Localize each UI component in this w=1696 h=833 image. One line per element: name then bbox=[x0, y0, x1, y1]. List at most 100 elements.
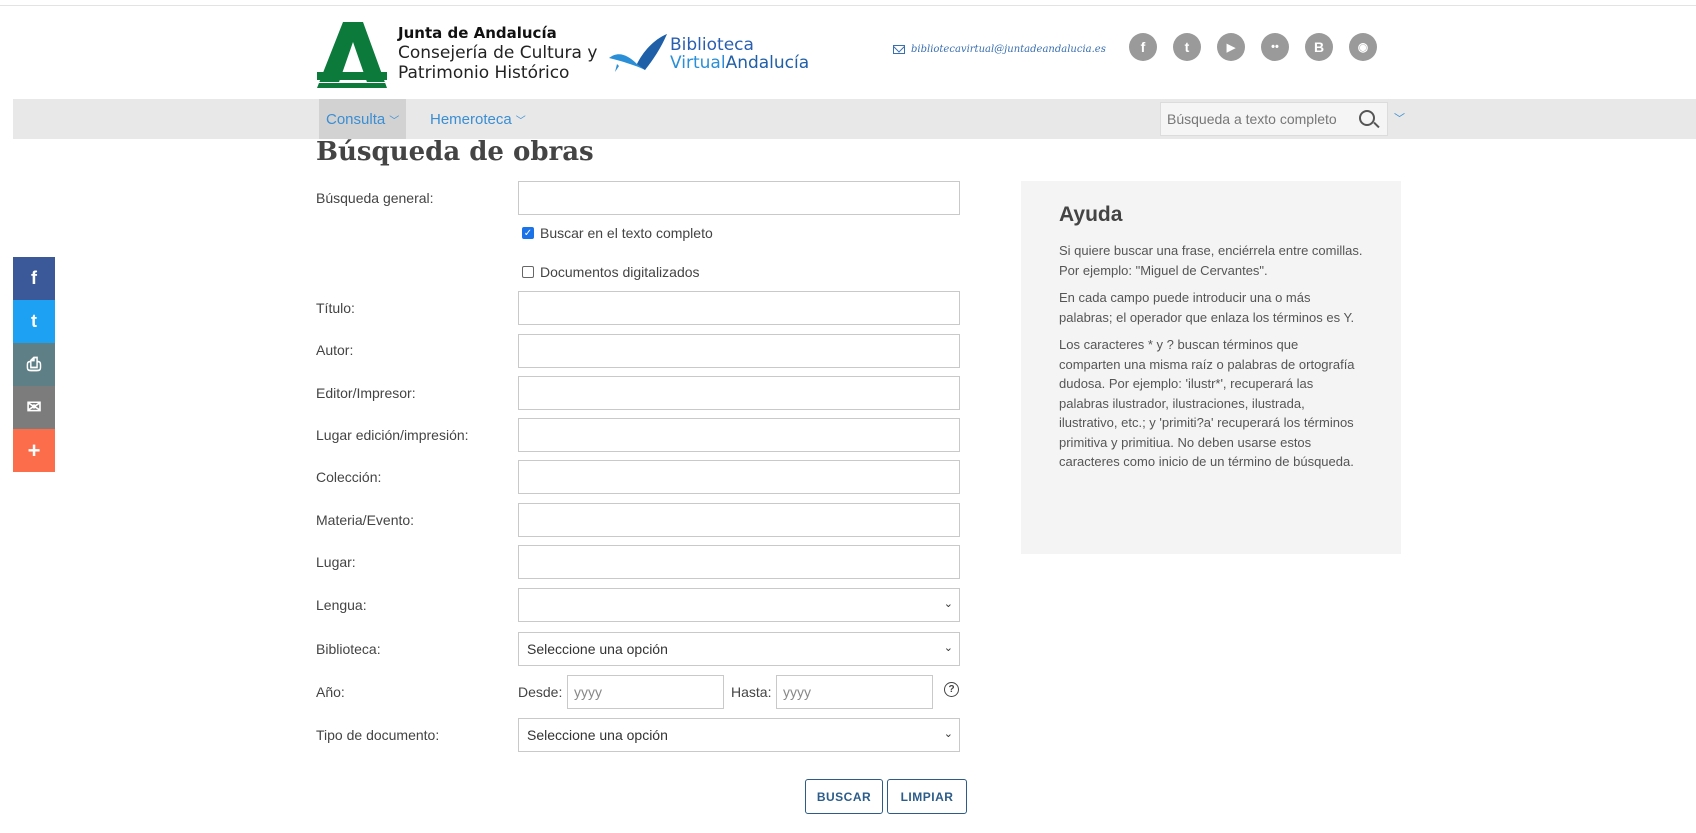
bva-andalucia: Andalucía bbox=[725, 53, 810, 73]
biblioteca-label: Biblioteca: bbox=[316, 641, 381, 657]
bva-virtual: Virtual bbox=[670, 53, 726, 73]
search-options-chevron-icon[interactable]: ﹀ bbox=[1394, 110, 1405, 126]
checkbox-checked-icon[interactable]: ✓ bbox=[522, 227, 534, 239]
share-facebook-icon[interactable]: f bbox=[13, 257, 55, 300]
print-icon[interactable]: ⎙ bbox=[13, 343, 55, 386]
junta-line-2: Consejería de Cultura y bbox=[398, 43, 598, 63]
editor-input[interactable] bbox=[518, 376, 960, 410]
biblioteca-select[interactable]: Seleccione una opción ⌄ bbox=[518, 632, 960, 666]
share-facebook-glyph: f bbox=[31, 268, 37, 288]
general-search-label: Búsqueda general: bbox=[316, 190, 434, 206]
lugar-edicion-input[interactable] bbox=[518, 418, 960, 452]
chevron-down-icon: ⌄ bbox=[943, 598, 953, 610]
chevron-down-icon: ﹀ bbox=[515, 115, 526, 127]
chevron-down-icon: ﹀ bbox=[389, 115, 400, 127]
search-placeholder: Búsqueda a texto completo bbox=[1167, 111, 1337, 127]
buscar-button[interactable]: BUSCAR bbox=[805, 779, 883, 814]
hasta-placeholder: yyyy bbox=[783, 684, 811, 700]
hasta-label: Hasta: bbox=[731, 684, 772, 700]
materia-label: Materia/Evento: bbox=[316, 512, 415, 528]
help-title: Ayuda bbox=[1059, 203, 1123, 226]
email-link[interactable]: bibliotecavirtual@juntadeandalucia.es bbox=[893, 44, 1106, 55]
bva-line-2: VirtualAndalucía bbox=[670, 54, 809, 72]
biblioteca-virtual-title: Biblioteca VirtualAndalucía bbox=[670, 36, 809, 72]
help-panel: Ayuda Si quiere buscar una frase, enciér… bbox=[1021, 181, 1401, 554]
nav-consulta-label: Consulta bbox=[326, 110, 386, 128]
top-rule bbox=[0, 5, 1696, 6]
help-question-icon[interactable]: ? bbox=[944, 682, 959, 697]
twitter-glyph: t bbox=[1184, 39, 1190, 55]
rss-icon[interactable]: ◉ bbox=[1349, 33, 1377, 61]
coleccion-label: Colección: bbox=[316, 469, 382, 485]
site-header: Junta de Andalucía Consejería de Cultura… bbox=[317, 18, 1397, 94]
titulo-input[interactable] bbox=[518, 291, 960, 325]
plus-glyph: + bbox=[27, 437, 41, 463]
digitized-label: Documentos digitalizados bbox=[540, 264, 700, 280]
lengua-select[interactable]: ⌄ bbox=[518, 588, 960, 622]
share-bar: f t ⎙ ✉ + bbox=[13, 257, 55, 472]
materia-input[interactable] bbox=[518, 503, 960, 537]
book-bird-icon[interactable] bbox=[607, 34, 669, 74]
junta-andalucia-logo[interactable] bbox=[317, 22, 387, 88]
desde-placeholder: yyyy bbox=[574, 684, 602, 700]
share-twitter-glyph: t bbox=[31, 311, 37, 331]
facebook-glyph: f bbox=[1140, 39, 1146, 55]
chevron-down-icon: ⌄ bbox=[943, 642, 953, 654]
envelope-icon bbox=[893, 45, 905, 54]
junta-line-1: Junta de Andalucía bbox=[398, 24, 557, 42]
hasta-input[interactable]: yyyy bbox=[776, 675, 933, 709]
nav-consulta[interactable]: Consulta ﹀ bbox=[319, 99, 407, 139]
fulltext-checkbox[interactable]: ✓ Buscar en el texto completo bbox=[522, 225, 713, 241]
chevron-down-icon: ⌄ bbox=[943, 728, 953, 740]
share-twitter-icon[interactable]: t bbox=[13, 300, 55, 343]
search-icon[interactable] bbox=[1359, 110, 1375, 126]
autor-label: Autor: bbox=[316, 342, 354, 358]
lugar-edicion-label: Lugar edición/impresión: bbox=[316, 427, 469, 443]
share-email-icon[interactable]: ✉ bbox=[13, 386, 55, 429]
tipo-label: Tipo de documento: bbox=[316, 727, 440, 743]
main-nav: Consulta ﹀ Hemeroteca ﹀ Búsqueda a texto c… bbox=[13, 99, 1696, 139]
tipo-select[interactable]: Seleccione una opción ⌄ bbox=[518, 718, 960, 752]
youtube-glyph: ▶ bbox=[1226, 41, 1236, 54]
nav-hemeroteca-label: Hemeroteca bbox=[430, 110, 512, 128]
help-paragraph-2: En cada campo puede introducir una o más… bbox=[1059, 290, 1355, 325]
coleccion-input[interactable] bbox=[518, 460, 960, 494]
flickr-glyph: •• bbox=[1271, 41, 1279, 53]
email-text: bibliotecavirtual@juntadeandalucia.es bbox=[911, 44, 1106, 55]
lugar-input[interactable] bbox=[518, 545, 960, 579]
page-title: Búsqueda de obras bbox=[316, 137, 594, 167]
desde-input[interactable]: yyyy bbox=[567, 675, 724, 709]
help-paragraph-1: Si quiere buscar una frase, enciérrela e… bbox=[1059, 243, 1363, 278]
lengua-label: Lengua: bbox=[316, 597, 367, 613]
limpiar-button[interactable]: LIMPIAR bbox=[887, 779, 967, 814]
digitized-checkbox[interactable]: Documentos digitalizados bbox=[522, 264, 700, 280]
help-paragraph-3: Los caracteres * y ? buscan términos que… bbox=[1059, 337, 1355, 469]
rss-glyph: ◉ bbox=[1357, 40, 1369, 54]
share-more-icon[interactable]: + bbox=[13, 429, 55, 472]
flickr-icon[interactable]: •• bbox=[1261, 33, 1289, 61]
tipo-value: Seleccione una opción bbox=[527, 727, 668, 743]
lugar-label: Lugar: bbox=[316, 554, 356, 570]
fulltext-search-input[interactable]: Búsqueda a texto completo bbox=[1160, 102, 1388, 136]
blogger-glyph: B bbox=[1313, 39, 1325, 55]
email-glyph: ✉ bbox=[26, 397, 42, 417]
print-glyph: ⎙ bbox=[26, 354, 42, 374]
desde-label: Desde: bbox=[518, 684, 563, 700]
social-links: f t ▶ •• B ◉ bbox=[1129, 33, 1377, 61]
titulo-label: Título: bbox=[316, 300, 355, 316]
youtube-icon[interactable]: ▶ bbox=[1217, 33, 1245, 61]
anio-label: Año: bbox=[316, 684, 345, 700]
bva-line-1: Biblioteca bbox=[670, 35, 754, 55]
facebook-icon[interactable]: f bbox=[1129, 33, 1157, 61]
blogger-icon[interactable]: B bbox=[1305, 33, 1333, 61]
twitter-icon[interactable]: t bbox=[1173, 33, 1201, 61]
autor-input[interactable] bbox=[518, 334, 960, 368]
junta-title: Junta de Andalucía Consejería de Cultura… bbox=[398, 24, 598, 83]
nav-hemeroteca[interactable]: Hemeroteca ﹀ bbox=[423, 99, 533, 139]
general-search-input[interactable] bbox=[518, 181, 960, 215]
checkbox-empty-icon[interactable] bbox=[522, 266, 534, 278]
biblioteca-value: Seleccione una opción bbox=[527, 641, 668, 657]
junta-line-3: Patrimonio Histórico bbox=[398, 63, 570, 83]
fulltext-label: Buscar en el texto completo bbox=[540, 225, 713, 241]
editor-label: Editor/Impresor: bbox=[316, 385, 416, 401]
